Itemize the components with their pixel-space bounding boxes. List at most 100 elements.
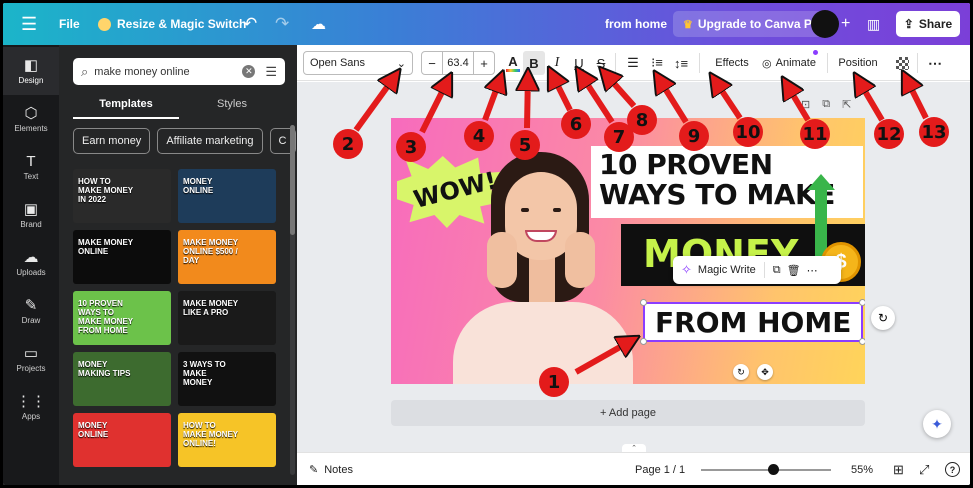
canva-editor: ☰ File Resize & Magic Switch ↶ ↷ ☁ from … [3, 3, 970, 485]
bold-button[interactable]: B [523, 51, 545, 75]
font-family-dropdown[interactable]: Open Sans ⌄ [303, 51, 413, 75]
template-search[interactable]: ⌕ make money online ✕ ☰ [73, 58, 285, 85]
rail-item-draw[interactable]: ✎ Draw [3, 287, 59, 335]
chip-affiliate-marketing[interactable]: Affiliate marketing [157, 128, 263, 154]
font-size-input[interactable]: 63.4 [442, 52, 474, 74]
text-format-toolbar: Open Sans ⌄ − 63.4 + A B I U S ☰ ⁝≡ ↕≡ E… [297, 45, 970, 81]
notes-button[interactable]: ✎ Notes [309, 453, 353, 485]
resize-label: Resize & Magic Switch [117, 17, 247, 31]
add-page-button[interactable]: + Add page [391, 400, 865, 426]
rail-item-label: Design [18, 75, 44, 85]
rail-item-projects[interactable]: ▭ Projects [3, 335, 59, 383]
magic-wand-icon: ✧ [681, 262, 692, 277]
template-thumbnail[interactable]: HOW TO MAKE MONEY IN 2022 [73, 169, 171, 223]
from-home-text[interactable]: FROM HOME [655, 306, 851, 339]
layout-icon: ◧ [23, 56, 39, 74]
increase-size-button[interactable]: + [474, 56, 494, 71]
text-icon: T [26, 152, 36, 170]
file-menu-button[interactable]: File [59, 3, 80, 45]
magic-assistant-icon[interactable]: ✦ [923, 410, 951, 438]
resize-handle[interactable] [859, 299, 865, 306]
suggestion-chips: Earn money Affiliate marketing C [73, 128, 296, 154]
text-color-button[interactable]: A [503, 51, 523, 75]
trash-icon[interactable]: 🗑 [787, 264, 801, 277]
add-collaborator-icon[interactable]: + [841, 3, 850, 45]
resize-handle[interactable] [859, 338, 865, 345]
template-thumbnail[interactable]: MAKE MONEY ONLINE $500 / DAY [178, 230, 276, 284]
duplicate-page-icon[interactable]: ⧉ [822, 98, 830, 111]
chip-earn-money[interactable]: Earn money [73, 128, 151, 154]
page-indicator[interactable]: Page 1 / 1 [635, 453, 685, 485]
design-canvas[interactable]: WOW! 10 PROVEN WAYS TO MAKE MONEY $ FROM… [391, 118, 865, 384]
move-icon[interactable]: ✥ [757, 364, 773, 380]
more-options-icon[interactable]: ⋯ [925, 51, 945, 75]
design-title[interactable]: from home [605, 3, 667, 45]
insights-chart-icon[interactable]: ▥ [867, 3, 880, 45]
add-page-icon[interactable]: ⇱ [842, 98, 851, 111]
template-thumbnail[interactable]: MAKE MONEY ONLINE [73, 230, 171, 284]
annotation-number: 1 [539, 367, 569, 397]
refresh-icon[interactable]: ↻ [871, 306, 895, 330]
redo-icon[interactable]: ↷ [275, 3, 289, 45]
effects-button[interactable]: Effects [707, 51, 757, 75]
template-thumbnail[interactable]: HOW TO MAKE MONEY ONLINE! [178, 413, 276, 467]
strikethrough-button[interactable]: S [591, 51, 611, 75]
brand-icon: ▣ [23, 200, 39, 218]
animate-button[interactable]: ◎ Animate [757, 50, 821, 75]
rotate-icon[interactable]: ↻ [733, 364, 749, 380]
line-spacing-icon[interactable]: ↕≡ [671, 51, 691, 75]
rail-item-apps[interactable]: ⋮⋮ Apps [3, 383, 59, 431]
rail-item-label: Brand [20, 219, 42, 229]
more-icon[interactable]: ⋯ [807, 264, 818, 277]
template-thumbnail[interactable]: MONEY ONLINE [73, 413, 171, 467]
template-thumbnail[interactable]: MAKE MONEY LIKE A PRO [178, 291, 276, 345]
rail-item-design[interactable]: ◧ Design [3, 47, 59, 95]
rail-item-brand[interactable]: ▣ Brand [3, 191, 59, 239]
resize-handle[interactable] [640, 338, 647, 345]
annotation-number: 5 [510, 130, 540, 160]
rail-item-uploads[interactable]: ☁ Uploads [3, 239, 59, 287]
resize-handle[interactable] [640, 299, 647, 306]
zoom-slider[interactable] [701, 464, 831, 475]
zoom-slider-knob[interactable] [767, 464, 779, 475]
position-button[interactable]: Position [833, 51, 883, 75]
font-size-stepper: − 63.4 + [421, 51, 495, 75]
lock-icon[interactable]: ⊡ [801, 98, 810, 111]
align-center-icon[interactable]: ☰ [623, 51, 643, 75]
magic-write-button[interactable]: Magic Write [698, 264, 756, 276]
italic-button[interactable]: I [547, 51, 567, 75]
upgrade-button[interactable]: ♛ Upgrade to Canva Pro [673, 11, 834, 37]
share-button[interactable]: ⇪ Share [896, 11, 960, 37]
help-icon[interactable]: ? [945, 462, 960, 477]
rail-item-text[interactable]: T Text [3, 143, 59, 191]
tab-styles[interactable]: Styles [179, 95, 285, 113]
grid-view-icon[interactable]: ⊞ [893, 453, 904, 485]
cloud-save-icon[interactable]: ☁ [311, 3, 326, 45]
filter-sliders-icon[interactable]: ☰ [265, 64, 277, 80]
decrease-size-button[interactable]: − [422, 56, 442, 71]
animate-label: Animate [775, 57, 816, 69]
template-thumbnail[interactable]: 10 PROVEN WAYS TO MAKE MONEY FROM HOME [73, 291, 171, 345]
clear-search-icon[interactable]: ✕ [242, 65, 256, 78]
rail-item-elements[interactable]: ⬡ Elements [3, 95, 59, 143]
panel-scrollbar[interactable] [290, 125, 295, 475]
template-thumbnail[interactable]: MONEY MAKING TIPS [73, 352, 171, 406]
expand-pages-handle[interactable]: ⌃ [622, 444, 646, 452]
fullscreen-icon[interactable]: ⤢ [919, 453, 929, 485]
hamburger-menu-icon[interactable]: ☰ [21, 3, 37, 45]
template-thumbnail[interactable]: MONEY ONLINE [178, 169, 276, 223]
underline-button[interactable]: U [569, 51, 589, 75]
annotation-number: 3 [396, 132, 426, 162]
transparency-button[interactable] [893, 51, 911, 75]
zoom-level[interactable]: 55% [851, 453, 873, 485]
rail-item-label: Draw [21, 315, 41, 325]
duplicate-icon[interactable]: ⧉ [773, 264, 781, 277]
undo-icon[interactable]: ↶ [243, 3, 257, 45]
tab-templates[interactable]: Templates [73, 95, 179, 119]
resize-magic-switch-button[interactable]: Resize & Magic Switch [98, 3, 246, 45]
avatar[interactable] [811, 10, 839, 38]
bulleted-list-icon[interactable]: ⁝≡ [647, 51, 667, 75]
search-input[interactable]: make money online [94, 66, 242, 78]
rail-item-label: Projects [16, 363, 46, 373]
template-thumbnail[interactable]: 3 WAYS TO MAKE MONEY [178, 352, 276, 406]
